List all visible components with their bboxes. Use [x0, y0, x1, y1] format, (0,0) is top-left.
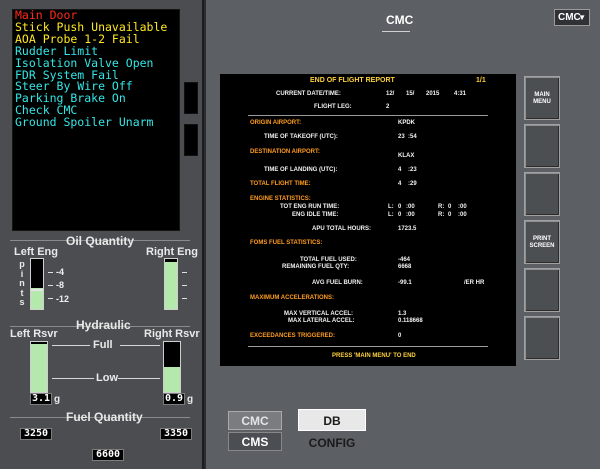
eicas-scroll-slot-lower — [184, 124, 198, 156]
oil-right-gauge — [164, 258, 178, 310]
tab-cms[interactable]: CMS — [228, 432, 282, 451]
hydraulic-left-readout: 3.1 — [30, 393, 52, 405]
oil-left-level — [31, 288, 43, 309]
systems-panel: Main Door Stick Push Unavailable AOA Pro… — [0, 0, 204, 469]
max-lateral-label: MAX LATERAL ACCEL: — [288, 318, 355, 324]
hydraulic-left-gauge — [30, 341, 48, 393]
date-month: 12/ — [386, 91, 395, 97]
date-time: 4:31 — [454, 91, 467, 97]
destination-label: DESTINATION AIRPORT: — [250, 149, 320, 155]
eicas-scroll-slot-upper — [184, 82, 198, 114]
main-menu-prompt: PRESS 'MAIN MENU' TO END — [332, 353, 416, 359]
origin-label: ORIGIN AIRPORT: — [250, 120, 302, 126]
cmc-panel: CMC CMC ▼ END OF FLIGHT REPORT 1/1 CURRE… — [206, 0, 600, 469]
max-lateral-value: 0.118668 — [398, 318, 423, 324]
max-vertical-label: MAX VERTICAL ACCEL: — [284, 311, 353, 317]
hydraulic-low-label: Low — [96, 372, 118, 384]
report-page-number: 1/1 — [476, 77, 486, 84]
engine-statistics-label: ENGINE STATISTICS: — [250, 196, 311, 202]
main-menu-button[interactable]: MAIN MENU — [524, 76, 560, 120]
flight-time-minutes: :29 — [408, 181, 417, 187]
tab-db-config[interactable]: DB CONFIG — [298, 409, 366, 450]
oil-tick-8: -8 — [56, 280, 65, 290]
fuel-remaining-label: REMAINING FUEL QTY: — [282, 264, 350, 270]
hydraulic-right-unit: g — [187, 394, 194, 405]
avg-fuel-burn-label: AVG FUEL BURN: — [312, 280, 363, 286]
eicas-message-list: Main Door Stick Push Unavailable AOA Pro… — [12, 9, 180, 231]
hydraulic-full-label: Full — [93, 339, 113, 351]
hydraulic-right-level — [164, 367, 180, 392]
hydraulic-right-label: Right Rsvr — [144, 328, 200, 340]
fuel-remaining-value: 6668 — [398, 264, 412, 270]
oil-right-level — [165, 261, 177, 309]
exceedances-value: 0 — [398, 333, 402, 339]
hydraulic-right-readout: 0.9 — [163, 393, 185, 405]
flight-time-hours: 4 — [398, 181, 402, 187]
oil-quantity-title: Oil Quantity — [66, 234, 135, 248]
hydraulic-left-level — [31, 343, 47, 392]
tab-cmc[interactable]: CMC — [228, 411, 282, 430]
landing-minutes: :23 — [408, 167, 417, 173]
landing-label: TIME OF LANDING (UTC): — [264, 167, 338, 173]
exceedances-label: EXCEEDANCES TRIGGERED: — [250, 333, 336, 339]
origin-value: KPDK — [398, 120, 416, 126]
system-select-dropdown[interactable]: CMC ▼ — [554, 9, 590, 26]
fuel-total-readout: 6600 — [92, 449, 124, 461]
fuel-used-value: -464 — [398, 257, 411, 263]
oil-right-eng-label: Right Eng — [146, 246, 198, 258]
hydraulic-left-label: Left Rsvr — [10, 328, 58, 340]
date-day: 15/ — [406, 91, 415, 97]
fuel-right-readout: 3350 — [160, 428, 192, 440]
flight-leg-label: FLIGHT LEG: — [314, 104, 352, 110]
eicas-message: Ground Spoiler Unarm — [15, 115, 154, 130]
page-title: CMC — [386, 13, 414, 27]
foms-fuel-label: FOMS FUEL STATISTICS: — [250, 240, 323, 246]
max-vertical-value: 1.3 — [398, 311, 407, 317]
hydraulic-right-gauge — [163, 341, 181, 393]
flight-time-label: TOTAL FLIGHT TIME: — [250, 181, 311, 187]
engine-idle-label: ENG IDLE TIME: — [292, 212, 339, 218]
date-year: 2015 — [426, 91, 440, 97]
destination-value: KLAX — [398, 153, 415, 159]
takeoff-label: TIME OF TAKEOFF (UTC): — [264, 134, 338, 140]
end-of-flight-report: END OF FLIGHT REPORT 1/1 CURRENT DATE/TI… — [220, 74, 516, 366]
avg-fuel-burn-unit: /ER HR — [464, 280, 485, 286]
hydraulic-title: Hydraulic — [76, 318, 131, 332]
fuel-used-label: TOTAL FUEL USED: — [300, 257, 357, 263]
soft-key-5[interactable] — [524, 268, 560, 312]
print-screen-button[interactable]: PRINT SCREEN — [524, 220, 560, 264]
apu-hours-value: 1723.5 — [398, 226, 417, 232]
avg-fuel-burn-value: -99.1 — [398, 280, 412, 286]
takeoff-minutes: :54 — [408, 134, 417, 140]
soft-key-2[interactable] — [524, 124, 560, 168]
hydraulic-left-unit: g — [54, 394, 61, 405]
fuel-quantity-title: Fuel Quantity — [66, 410, 143, 424]
oil-left-gauge — [30, 258, 44, 310]
oil-tick-4: -4 — [56, 267, 65, 277]
oil-unit-pints: p i n t s — [19, 259, 25, 307]
oil-tick-12: -12 — [56, 294, 70, 304]
engine-run-label: TOT ENG RUN TIME: — [280, 204, 340, 210]
soft-key-3[interactable] — [524, 172, 560, 216]
chevron-down-icon: ▼ — [578, 13, 586, 22]
apu-hours-label: APU TOTAL HOURS: — [312, 226, 372, 232]
flight-leg-value: 2 — [386, 104, 390, 110]
soft-key-6[interactable] — [524, 316, 560, 360]
date-label: CURRENT DATE/TIME: — [276, 91, 341, 97]
takeoff-hours: 23 — [398, 134, 405, 140]
oil-left-eng-label: Left Eng — [14, 246, 58, 258]
fuel-left-readout: 3250 — [20, 428, 52, 440]
max-accelerations-label: MAXIMUM ACCELERATIONS: — [250, 295, 334, 301]
report-title: END OF FLIGHT REPORT — [310, 77, 395, 84]
landing-hours: 4 — [398, 167, 402, 173]
